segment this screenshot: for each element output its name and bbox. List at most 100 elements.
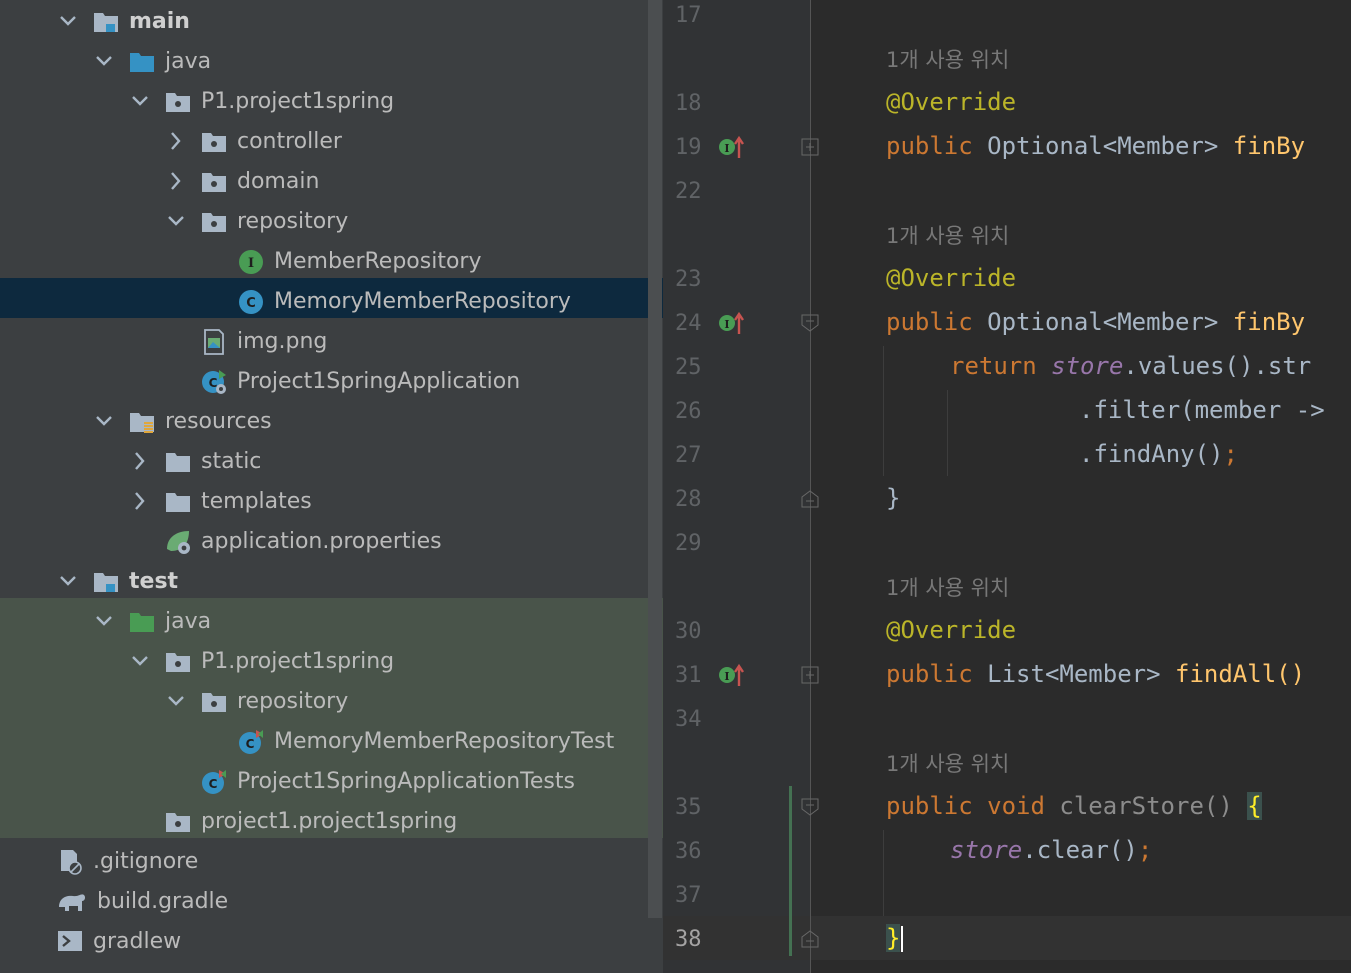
tree-item-gradlew[interactable]: gradlew <box>0 922 663 962</box>
current-line-highlight <box>663 916 1351 960</box>
folder-module-icon <box>93 569 119 595</box>
tree-item-project1-project1spring[interactable]: project1.project1spring <box>0 802 663 842</box>
usage-hint[interactable]: 1개 사용 위치 <box>886 572 1009 602</box>
chevron-down-icon[interactable] <box>166 210 186 232</box>
tree-item-img-png[interactable]: img.png <box>0 322 663 362</box>
chevron-down-icon[interactable] <box>130 650 150 672</box>
vcs-changed-lines-marker[interactable] <box>789 786 792 956</box>
package-icon <box>201 129 227 155</box>
svg-text:C: C <box>246 737 255 751</box>
tree-item-p1-project1spring[interactable]: P1.project1spring <box>0 642 663 682</box>
code-line-27[interactable]: .findAny(); <box>1079 440 1238 468</box>
code-line-25[interactable]: return store.values().str <box>950 352 1311 380</box>
line-number: 23 <box>675 267 702 292</box>
tree-item-templates[interactable]: templates <box>0 482 663 522</box>
annotation: @Override <box>886 88 1017 116</box>
code-line-18[interactable]: @Override <box>886 88 1016 116</box>
code-text: .clear() <box>1022 836 1138 864</box>
package-icon <box>165 809 191 835</box>
chevron-right-icon[interactable] <box>130 490 150 512</box>
shell-script-icon <box>57 929 83 955</box>
text-caret <box>901 926 904 952</box>
code-line-28[interactable]: } <box>886 484 900 512</box>
code-text: .findAny() <box>1079 440 1224 468</box>
fold-expand-icon[interactable] <box>801 138 819 156</box>
code-text: .filter(member -> <box>1079 396 1325 424</box>
tree-item-project1springapplication[interactable]: C Project1SpringApplication <box>0 362 663 402</box>
package-icon <box>165 89 191 115</box>
code-text: } <box>886 484 901 512</box>
code-line-36[interactable]: store.clear(); <box>950 836 1152 864</box>
chevron-right-icon[interactable] <box>166 170 186 192</box>
chevron-right-icon[interactable] <box>166 130 186 152</box>
keyword: public <box>886 792 973 820</box>
fold-end-icon[interactable] <box>801 490 819 508</box>
implements-method-icon[interactable]: I <box>717 310 747 336</box>
code-line-19[interactable]: public Optional<Member> finBy <box>886 132 1305 160</box>
chevron-down-icon[interactable] <box>58 10 78 32</box>
implements-method-icon[interactable]: I <box>717 134 747 160</box>
method-name-unused: clearStore() <box>1059 792 1233 820</box>
image-file-icon <box>201 329 227 355</box>
tree-item-build-gradle[interactable]: build.gradle <box>0 882 663 922</box>
svg-text:I: I <box>724 318 729 331</box>
tree-item-test[interactable]: test <box>0 562 663 602</box>
code-line-23[interactable]: @Override <box>886 264 1016 292</box>
usage-hint[interactable]: 1개 사용 위치 <box>886 748 1009 778</box>
test-class-icon: C <box>238 729 264 755</box>
project-tree-panel[interactable]: main java P1.project1spring controller domai… <box>0 0 663 973</box>
field: store <box>950 836 1023 864</box>
tree-scrollbar[interactable] <box>648 0 662 918</box>
folder-test-source-icon <box>129 609 155 635</box>
chevron-down-icon[interactable] <box>94 410 114 432</box>
chevron-right-icon[interactable] <box>130 450 150 472</box>
semicolon: ; <box>1137 836 1153 864</box>
gradle-elephant-icon <box>57 889 87 915</box>
code-line-31[interactable]: public List<Member> findAll() <box>886 660 1305 688</box>
code-line-35[interactable]: public void clearStore() { <box>886 792 1262 820</box>
class-icon: C <box>238 289 264 315</box>
type: Optional<Member> <box>987 132 1219 160</box>
tree-item-application-properties[interactable]: application.properties <box>0 522 663 562</box>
tree-item-domain[interactable]: domain <box>0 162 663 202</box>
usage-hint[interactable]: 1개 사용 위치 <box>886 220 1009 250</box>
tree-item-java[interactable]: java <box>0 602 663 642</box>
keyword: return <box>950 352 1037 380</box>
code-line-38[interactable]: } <box>886 924 904 952</box>
tree-item-repository[interactable]: repository <box>0 682 663 722</box>
tree-item-memberrepository[interactable]: I MemberRepository <box>0 242 663 282</box>
chevron-down-icon[interactable] <box>130 90 150 112</box>
code-line-26[interactable]: .filter(member -> <box>1079 396 1325 424</box>
chevron-down-icon[interactable] <box>94 610 114 632</box>
tree-item-p1-project1spring[interactable]: P1.project1spring <box>0 82 663 122</box>
tree-item-project1springapplicationtests[interactable]: C Project1SpringApplicationTests <box>0 762 663 802</box>
implements-method-icon[interactable]: I <box>717 662 747 688</box>
line-number: 17 <box>675 3 702 28</box>
fold-collapse-icon[interactable] <box>801 314 819 332</box>
chevron-down-icon[interactable] <box>166 690 186 712</box>
fold-end-icon[interactable] <box>801 930 819 948</box>
fold-collapse-icon[interactable] <box>801 798 819 816</box>
tree-item-controller[interactable]: controller <box>0 122 663 162</box>
chevron-down-icon[interactable] <box>94 50 114 72</box>
line-number: 38 <box>675 927 702 952</box>
tree-item-memorymemberrepository[interactable]: C MemoryMemberRepository <box>0 282 663 322</box>
code-editor[interactable]: 17 18 19 22 23 24 25 26 27 28 29 30 31 34 35 36 37 38 I I… <box>663 0 1351 973</box>
tree-item-repository[interactable]: repository <box>0 202 663 242</box>
chevron-down-icon[interactable] <box>58 570 78 592</box>
tree-item-gitignore[interactable]: .gitignore <box>0 842 663 882</box>
tree-item-java[interactable]: java <box>0 42 663 82</box>
tree-item-static[interactable]: static <box>0 442 663 482</box>
type: List<Member> <box>987 660 1161 688</box>
code-line-30[interactable]: @Override <box>886 616 1016 644</box>
indent-guide <box>947 390 948 476</box>
usage-hint[interactable]: 1개 사용 위치 <box>886 44 1009 74</box>
tree-item-memorymemberrepositorytest[interactable]: C MemoryMemberRepositoryTest <box>0 722 663 762</box>
test-class-icon: C <box>201 769 227 795</box>
svg-text:I: I <box>248 256 254 271</box>
tree-item-main[interactable]: main <box>0 2 663 42</box>
fold-expand-icon[interactable] <box>801 666 819 684</box>
tree-item-resources[interactable]: resources <box>0 402 663 442</box>
code-line-24[interactable]: public Optional<Member> finBy <box>886 308 1305 336</box>
package-icon <box>201 689 227 715</box>
